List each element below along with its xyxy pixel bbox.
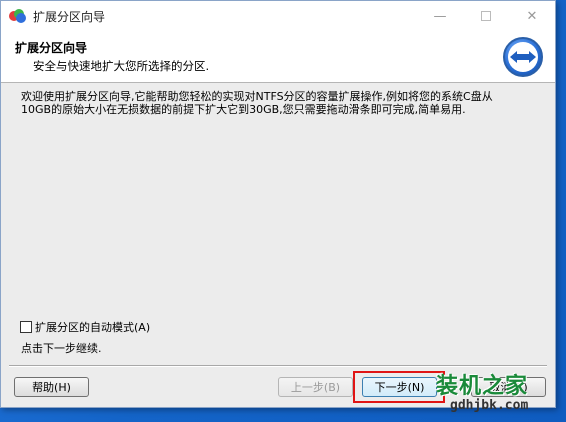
title-bar[interactable]: 扩展分区向导 — ✕	[1, 1, 555, 31]
maximize-button[interactable]	[463, 1, 509, 31]
wizard-header-title: 扩展分区向导	[15, 41, 88, 55]
app-logo-icon	[9, 9, 27, 23]
close-button[interactable]: ✕	[509, 1, 555, 31]
auto-mode-checkbox[interactable]	[20, 321, 32, 333]
maximize-icon	[481, 11, 491, 21]
back-button[interactable]: 上一步(B)	[278, 377, 353, 397]
window-title: 扩展分区向导	[33, 9, 106, 24]
minimize-button[interactable]: —	[417, 1, 463, 31]
auto-mode-checkbox-row[interactable]: 扩展分区的自动模式(A)	[20, 319, 150, 335]
footer-divider	[9, 365, 547, 367]
wizard-header: 扩展分区向导 安全与快速地扩大您所选择的分区.	[1, 31, 555, 83]
auto-mode-label: 扩展分区的自动模式(A)	[35, 321, 151, 334]
resize-arrows-icon	[503, 37, 543, 77]
watermark-text: 装机之家	[436, 374, 529, 399]
next-button-highlight	[353, 371, 445, 403]
wizard-window: 扩展分区向导 — ✕ 扩展分区向导 安全与快速地扩大您所选择的分区. 欢迎使用扩…	[0, 0, 556, 408]
wizard-content: 欢迎使用扩展分区向导,它能帮助您轻松的实现对NTFS分区的容量扩展操作,例如将您…	[1, 83, 555, 365]
help-button[interactable]: 帮助(H)	[14, 377, 89, 397]
continue-hint: 点击下一步继续.	[21, 342, 102, 355]
watermark-url: gdhjbk.com	[450, 398, 529, 413]
wizard-header-subtitle: 安全与快速地扩大您所选择的分区.	[33, 59, 210, 73]
intro-text: 欢迎使用扩展分区向导,它能帮助您轻松的实现对NTFS分区的容量扩展操作,例如将您…	[21, 90, 493, 116]
